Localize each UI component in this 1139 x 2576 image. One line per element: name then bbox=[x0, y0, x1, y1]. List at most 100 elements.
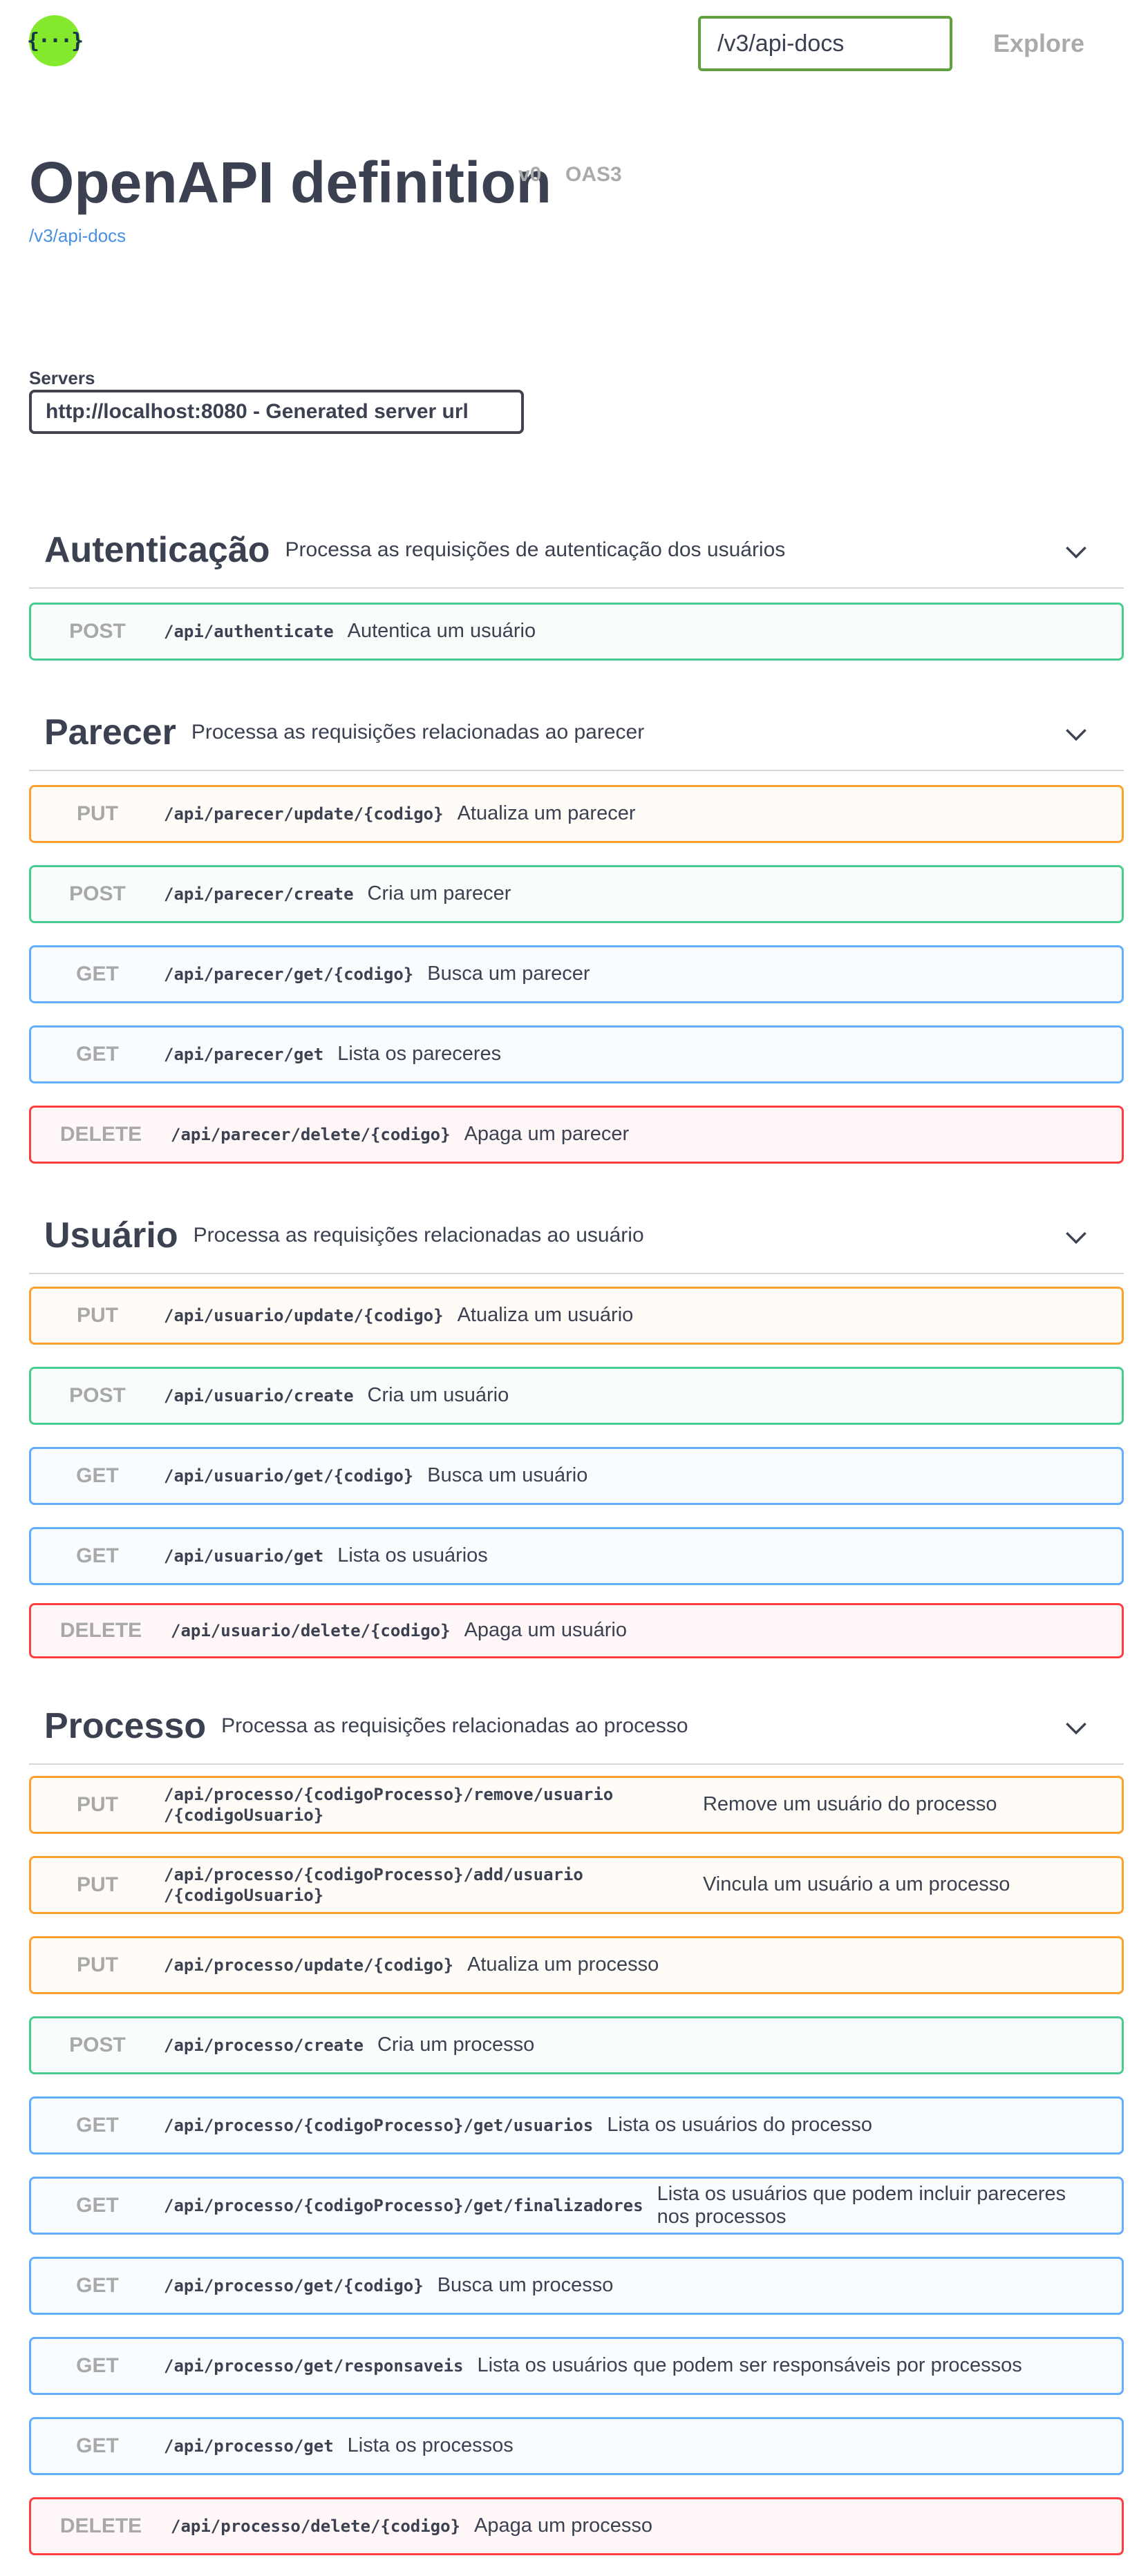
tag-header-processo[interactable]: Processo Processa as requisições relacio… bbox=[29, 1689, 1124, 1765]
operation-block[interactable]: PUT /api/parecer/update/{codigo} Atualiz… bbox=[29, 785, 1124, 843]
operation-summary: Busca um parecer bbox=[427, 963, 590, 985]
operation-path: /api/processo/{codigoProcesso}/add/usuar… bbox=[164, 1865, 583, 1905]
tag-header-parecer[interactable]: Parecer Processa as requisições relacion… bbox=[29, 695, 1124, 771]
method-badge: GET bbox=[76, 963, 119, 985]
operation-path: /api/parecer/get/{codigo} bbox=[164, 965, 414, 984]
method-badge: POST bbox=[69, 882, 126, 905]
operation-summary: Apaga um processo bbox=[474, 2515, 652, 2537]
tag-name: Usuário bbox=[44, 1215, 178, 1256]
operation-summary: Apaga um usuário bbox=[464, 1619, 627, 1642]
operation-summary: Vincula um usuário a um processo bbox=[702, 1873, 1010, 1896]
method-badge: DELETE bbox=[59, 2515, 142, 2537]
chevron-down-icon[interactable] bbox=[1064, 1226, 1088, 1249]
operation-path: /api/usuario/get/{codigo} bbox=[164, 1466, 414, 1486]
page-title: OpenAPI definition bbox=[29, 150, 552, 215]
operation-block[interactable]: GET /api/usuario/get/{codigo} Busca um u… bbox=[29, 1447, 1124, 1505]
method-badge: PUT bbox=[77, 1304, 118, 1327]
operation-path: /api/authenticate bbox=[164, 622, 334, 641]
operation-block[interactable]: POST /api/usuario/create Cria um usuário bbox=[29, 1367, 1124, 1425]
version-badge: v0 bbox=[518, 163, 542, 186]
operation-summary: Remove um usuário do processo bbox=[702, 1793, 997, 1816]
operation-block[interactable]: GET /api/processo/{codigoProcesso}/get/u… bbox=[29, 2096, 1124, 2154]
operation-block[interactable]: PUT /api/usuario/update/{codigo} Atualiz… bbox=[29, 1287, 1124, 1345]
servers-label: Servers bbox=[29, 368, 95, 388]
operation-block[interactable]: GET /api/processo/get/{codigo} Busca um … bbox=[29, 2257, 1124, 2315]
servers-select[interactable]: http://localhost:8080 - Generated server… bbox=[29, 390, 524, 434]
operation-path: /api/processo/{codigoProcesso}/get/final… bbox=[164, 2196, 643, 2215]
operation-path: /api/usuario/delete/{codigo} bbox=[171, 1621, 451, 1640]
operation-summary: Cria um usuário bbox=[367, 1384, 509, 1407]
chevron-down-icon[interactable] bbox=[1064, 1716, 1088, 1740]
method-badge: PUT bbox=[77, 1793, 118, 1816]
operation-block[interactable]: GET /api/processo/{codigoProcesso}/get/f… bbox=[29, 2177, 1124, 2235]
chevron-down-icon[interactable] bbox=[1064, 723, 1088, 746]
operation-path: /api/processo/{codigoProcesso}/get/usuar… bbox=[164, 2116, 594, 2135]
method-badge: GET bbox=[76, 2114, 119, 2137]
method-badge: PUT bbox=[77, 1953, 118, 1976]
operation-block[interactable]: POST /api/parecer/create Cria um parecer bbox=[29, 865, 1124, 923]
operation-summary: Atualiza um parecer bbox=[457, 802, 636, 825]
tag-description: Processa as requisições relacionadas ao … bbox=[193, 1224, 644, 1247]
operation-path: /api/parecer/update/{codigo} bbox=[164, 804, 444, 824]
method-badge: POST bbox=[69, 1384, 126, 1407]
method-badge: DELETE bbox=[59, 1619, 142, 1642]
operation-block[interactable]: GET /api/processo/get Lista os processos bbox=[29, 2417, 1124, 2475]
operation-path: /api/parecer/get bbox=[164, 1045, 324, 1064]
operation-block[interactable]: PUT /api/processo/{codigoProcesso}/add/u… bbox=[29, 1856, 1124, 1914]
operation-summary: Atualiza um usuário bbox=[457, 1304, 634, 1327]
topbar: {···} Explore bbox=[0, 0, 1139, 83]
operation-path: /api/usuario/update/{codigo} bbox=[164, 1306, 444, 1325]
method-badge: GET bbox=[76, 2194, 119, 2217]
operation-summary: Busca um processo bbox=[437, 2274, 614, 2297]
method-badge: GET bbox=[76, 1464, 119, 1487]
spec-url-input[interactable] bbox=[698, 16, 952, 71]
tag-name: Autenticação bbox=[44, 530, 270, 570]
oas-badge: OAS3 bbox=[565, 163, 622, 186]
operation-block[interactable]: GET /api/processo/get/responsaveis Lista… bbox=[29, 2337, 1124, 2395]
operation-summary: Atualiza um processo bbox=[467, 1953, 659, 1976]
method-badge: DELETE bbox=[59, 1123, 142, 1146]
operation-block[interactable]: POST /api/authenticate Autentica um usuá… bbox=[29, 603, 1124, 661]
operation-summary: Apaga um parecer bbox=[464, 1123, 630, 1146]
swagger-logo-icon[interactable]: {···} bbox=[27, 15, 84, 66]
operation-path: /api/processo/{codigoProcesso}/remove/us… bbox=[164, 1785, 614, 1825]
operation-summary: Autentica um usuário bbox=[347, 620, 536, 643]
operation-block[interactable]: PUT /api/processo/{codigoProcesso}/remov… bbox=[29, 1776, 1124, 1834]
operation-path: /api/processo/get/{codigo} bbox=[164, 2276, 424, 2295]
operation-block[interactable]: PUT /api/processo/update/{codigo} Atuali… bbox=[29, 1936, 1124, 1994]
operation-block[interactable]: DELETE /api/usuario/delete/{codigo} Apag… bbox=[29, 1603, 1124, 1658]
operation-block[interactable]: DELETE /api/processo/delete/{codigo} Apa… bbox=[29, 2497, 1124, 2555]
operation-block[interactable]: GET /api/parecer/get/{codigo} Busca um p… bbox=[29, 945, 1124, 1003]
tag-header-usuario[interactable]: Usuário Processa as requisições relacion… bbox=[29, 1198, 1124, 1274]
operation-summary: Lista os pareceres bbox=[337, 1043, 502, 1066]
operation-path: /api/processo/get/responsaveis bbox=[164, 2356, 464, 2376]
servers-selected-value: http://localhost:8080 - Generated server… bbox=[46, 400, 469, 423]
tag-header-autenticacao[interactable]: Autenticação Processa as requisições de … bbox=[29, 513, 1124, 589]
operation-block[interactable]: GET /api/parecer/get Lista os pareceres bbox=[29, 1025, 1124, 1083]
operation-block[interactable]: POST /api/processo/create Cria um proces… bbox=[29, 2016, 1124, 2074]
operation-summary: Lista os usuários bbox=[337, 1544, 488, 1567]
operation-block[interactable]: GET /api/usuario/get Lista os usuários bbox=[29, 1527, 1124, 1585]
operation-summary: Lista os usuários que podem incluir pare… bbox=[657, 2182, 1066, 2228]
operation-path: /api/parecer/delete/{codigo} bbox=[171, 1125, 451, 1144]
operation-path: /api/processo/create bbox=[164, 2036, 364, 2055]
operation-path: /api/processo/get bbox=[164, 2436, 334, 2456]
tag-name: Processo bbox=[44, 1706, 207, 1746]
method-badge: POST bbox=[69, 620, 126, 643]
chevron-down-icon[interactable] bbox=[1064, 540, 1088, 564]
operation-path: /api/parecer/create bbox=[164, 884, 354, 904]
method-badge: PUT bbox=[77, 1873, 118, 1896]
spec-link[interactable]: /v3/api-docs bbox=[29, 225, 126, 247]
operation-block[interactable]: DELETE /api/parecer/delete/{codigo} Apag… bbox=[29, 1106, 1124, 1164]
method-badge: POST bbox=[69, 2034, 126, 2056]
operation-path: /api/usuario/create bbox=[164, 1386, 354, 1405]
method-badge: GET bbox=[76, 1043, 119, 1066]
operation-summary: Lista os usuários que podem ser responsá… bbox=[477, 2354, 1022, 2377]
method-badge: PUT bbox=[77, 802, 118, 825]
explore-button[interactable]: Explore bbox=[959, 16, 1118, 71]
operation-summary: Lista os processos bbox=[347, 2434, 514, 2457]
operation-summary: Busca um usuário bbox=[427, 1464, 588, 1487]
tag-description: Processa as requisições relacionadas ao … bbox=[191, 721, 645, 744]
method-badge: GET bbox=[76, 1544, 119, 1567]
tag-name: Parecer bbox=[44, 712, 176, 752]
